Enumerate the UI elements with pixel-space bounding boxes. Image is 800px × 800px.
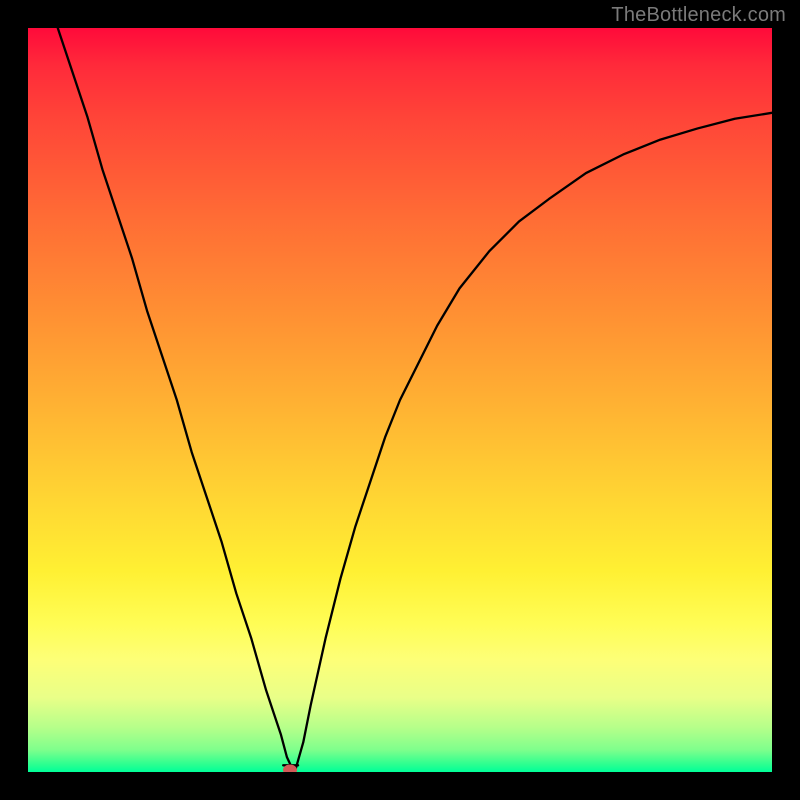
plot-area [28,28,772,772]
bottleneck-curve [28,28,772,772]
chart-frame: TheBottleneck.com [0,0,800,800]
watermark-text: TheBottleneck.com [611,4,786,27]
minimum-marker-icon [283,764,297,772]
